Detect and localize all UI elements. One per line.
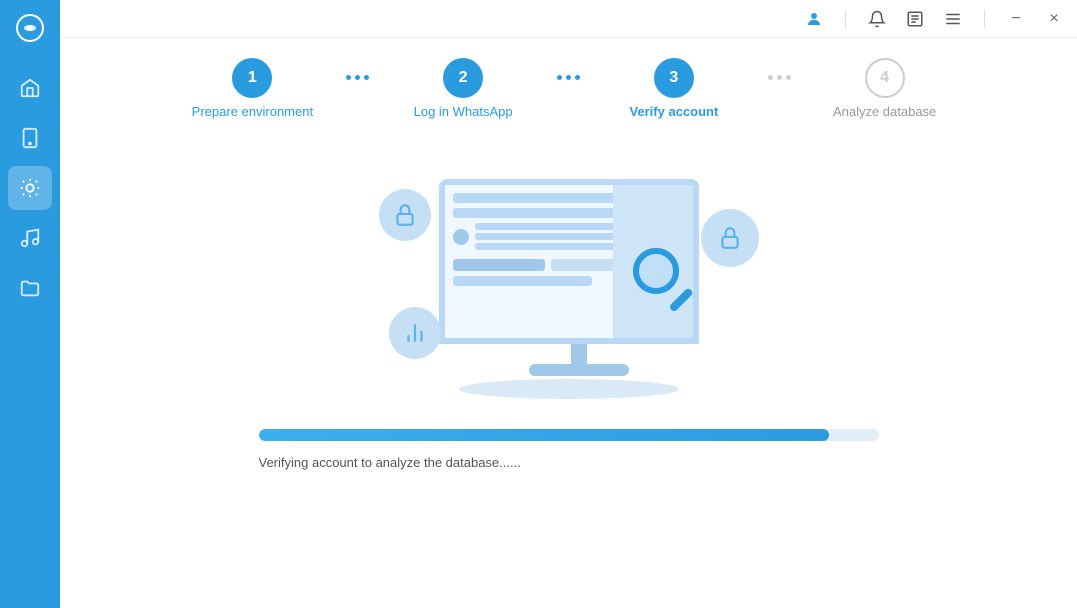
step-1-circle: 1 bbox=[232, 58, 272, 98]
sidebar-nav bbox=[0, 66, 60, 310]
lock-badge-topright bbox=[701, 209, 759, 267]
user-profile-button[interactable] bbox=[803, 8, 825, 30]
step-2-label: Log in WhatsApp bbox=[414, 104, 513, 119]
dot bbox=[777, 75, 782, 80]
screen-line bbox=[475, 233, 622, 240]
progress-wrap bbox=[259, 429, 879, 441]
notes-button[interactable] bbox=[904, 8, 926, 30]
dots-3-4 bbox=[768, 75, 791, 102]
progress-fill bbox=[259, 429, 829, 441]
titlebar-separator2 bbox=[984, 10, 985, 28]
sidebar bbox=[0, 0, 60, 608]
steps-bar: 1 Prepare environment 2 Log in WhatsApp bbox=[159, 58, 979, 119]
sidebar-item-music[interactable] bbox=[8, 216, 52, 260]
menu-button[interactable] bbox=[942, 8, 964, 30]
titlebar: − × bbox=[60, 0, 1077, 38]
step-4-label: Analyze database bbox=[833, 104, 936, 119]
main-area: − × 1 Prepare environment 2 bbox=[60, 0, 1077, 608]
chart-badge-bottomleft bbox=[389, 307, 441, 359]
monitor-screen bbox=[439, 179, 699, 344]
step-1: 1 Prepare environment bbox=[159, 58, 347, 119]
lock-badge-topleft bbox=[379, 189, 431, 241]
dot bbox=[355, 75, 360, 80]
status-text: Verifying account to analyze the databas… bbox=[259, 455, 879, 470]
dots-1-2 bbox=[346, 75, 369, 102]
magnifier-icon bbox=[633, 248, 699, 318]
app-logo bbox=[12, 10, 48, 46]
step-2: 2 Log in WhatsApp bbox=[369, 58, 557, 119]
monitor-stand-base bbox=[529, 364, 629, 376]
screen-bar bbox=[453, 276, 592, 286]
dot bbox=[346, 75, 351, 80]
sidebar-item-home[interactable] bbox=[8, 66, 52, 110]
screen-btn2 bbox=[551, 259, 621, 271]
titlebar-separator bbox=[845, 10, 846, 28]
dot bbox=[566, 75, 571, 80]
minimize-button[interactable]: − bbox=[1005, 8, 1027, 30]
progress-track bbox=[259, 429, 879, 441]
step-4-circle: 4 bbox=[865, 58, 905, 98]
step-1-label: Prepare environment bbox=[192, 104, 313, 119]
step-3-label: Verify account bbox=[629, 104, 718, 119]
step-2-circle: 2 bbox=[443, 58, 483, 98]
close-button[interactable]: × bbox=[1043, 8, 1065, 30]
sidebar-item-cloud[interactable] bbox=[8, 166, 52, 210]
screen-bar bbox=[453, 208, 639, 218]
titlebar-controls: − × bbox=[803, 8, 1065, 30]
sidebar-item-folder[interactable] bbox=[8, 266, 52, 310]
illustration bbox=[359, 149, 779, 409]
dot bbox=[557, 75, 562, 80]
content-area: 1 Prepare environment 2 Log in WhatsApp bbox=[60, 38, 1077, 608]
dot bbox=[768, 75, 773, 80]
mag-glass bbox=[633, 248, 679, 294]
monitor-shadow bbox=[459, 379, 679, 399]
mag-handle bbox=[668, 287, 693, 312]
monitor-illustration bbox=[429, 179, 709, 379]
screen-avatar bbox=[453, 229, 469, 245]
monitor-stand-neck bbox=[571, 344, 587, 364]
step-3: 3 Verify account bbox=[580, 58, 768, 119]
notification-bell-button[interactable] bbox=[866, 8, 888, 30]
screen-btn bbox=[453, 259, 546, 271]
dots-2-3 bbox=[557, 75, 580, 102]
step-3-circle: 3 bbox=[654, 58, 694, 98]
sidebar-item-device[interactable] bbox=[8, 116, 52, 160]
step-4: 4 Analyze database bbox=[791, 58, 979, 119]
